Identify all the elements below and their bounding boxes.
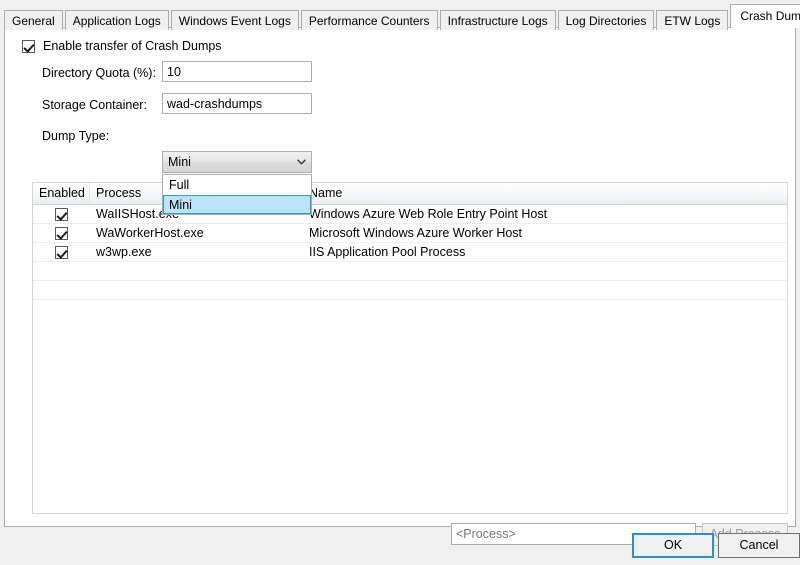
dump-type-combobox[interactable]: Mini [162, 151, 312, 173]
row-enabled-cell[interactable] [33, 208, 90, 221]
tab-label: Infrastructure Logs [448, 14, 548, 28]
directory-quota-input[interactable] [162, 61, 312, 82]
dropdown-option-full[interactable]: Full [163, 176, 311, 195]
row-process-cell: WaWorkerHost.exe [90, 224, 303, 242]
table-empty-row [33, 281, 787, 300]
cancel-button[interactable]: Cancel [718, 533, 800, 558]
tab-crash-dumps[interactable]: Crash Dumps [730, 4, 800, 28]
table-empty-row [33, 262, 787, 281]
row-enabled-cell[interactable] [33, 246, 90, 259]
tab-application-logs[interactable]: Application Logs [65, 10, 169, 30]
tab-label: Windows Event Logs [179, 14, 291, 28]
tab-label: General [12, 14, 55, 28]
column-header-name[interactable]: Name [303, 183, 786, 204]
enable-transfer-row[interactable]: Enable transfer of Crash Dumps [22, 39, 222, 53]
tab-infrastructure-logs[interactable]: Infrastructure Logs [440, 10, 556, 30]
row-name-cell: Windows Azure Web Role Entry Point Host [303, 205, 786, 223]
enable-transfer-label: Enable transfer of Crash Dumps [43, 39, 222, 53]
row-enabled-checkbox[interactable] [55, 246, 68, 259]
crash-dumps-panel: Enable transfer of Crash Dumps Directory… [4, 27, 796, 527]
tab-log-directories[interactable]: Log Directories [558, 10, 655, 30]
tab-windows-event-logs[interactable]: Windows Event Logs [171, 10, 299, 30]
tab-strip: General Application Logs Windows Event L… [4, 5, 796, 28]
dropdown-option-mini[interactable]: Mini [163, 195, 311, 214]
dump-type-value: Mini [163, 155, 291, 169]
tab-performance-counters[interactable]: Performance Counters [301, 10, 438, 30]
storage-container-input[interactable] [162, 93, 312, 114]
dump-type-label: Dump Type: [42, 129, 109, 143]
tab-label: Log Directories [566, 14, 647, 28]
row-enabled-checkbox[interactable] [55, 227, 68, 240]
table-row[interactable]: WaIISHost.exe Windows Azure Web Role Ent… [33, 205, 787, 224]
row-enabled-cell[interactable] [33, 227, 90, 240]
tab-label: Performance Counters [309, 14, 430, 28]
table-row[interactable]: w3wp.exe IIS Application Pool Process [33, 243, 787, 262]
row-name-cell: IIS Application Pool Process [303, 243, 786, 261]
process-table: Enabled Process Name WaIISHost.exe Windo… [32, 182, 788, 514]
dump-type-dropdown-list[interactable]: Full Mini [162, 174, 312, 215]
tab-label: Application Logs [73, 14, 161, 28]
column-header-enabled[interactable]: Enabled [33, 183, 90, 204]
enable-transfer-checkbox[interactable] [22, 40, 35, 53]
storage-container-label: Storage Container: [42, 98, 147, 112]
tab-etw-logs[interactable]: ETW Logs [656, 10, 728, 30]
row-enabled-checkbox[interactable] [55, 208, 68, 221]
table-header-row: Enabled Process Name [33, 183, 787, 205]
directory-quota-label: Directory Quota (%): [42, 66, 156, 80]
chevron-down-icon [291, 158, 311, 167]
tab-general[interactable]: General [4, 10, 63, 30]
row-process-cell: w3wp.exe [90, 243, 303, 261]
tab-label: Crash Dumps [740, 9, 800, 23]
row-name-cell: Microsoft Windows Azure Worker Host [303, 224, 786, 242]
tab-label: ETW Logs [664, 14, 720, 28]
ok-button[interactable]: OK [632, 533, 714, 558]
table-row[interactable]: WaWorkerHost.exe Microsoft Windows Azure… [33, 224, 787, 243]
